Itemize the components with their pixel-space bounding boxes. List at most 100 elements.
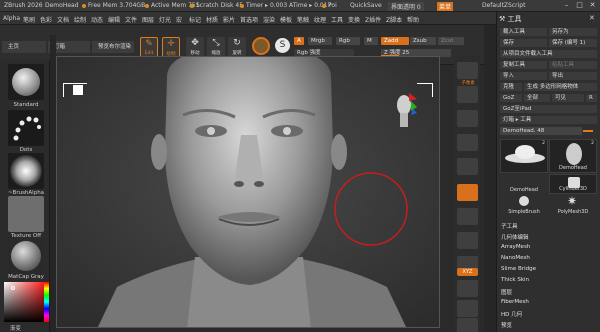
- menu-edit[interactable]: 编辑: [108, 15, 120, 24]
- load-from-project-button[interactable]: 从项目文件载入工具: [500, 50, 597, 58]
- menu-draw[interactable]: 绘制: [74, 15, 86, 24]
- goz-ipad-button[interactable]: GoZ至iPad: [500, 105, 597, 113]
- menu-render[interactable]: 渲染: [263, 15, 275, 24]
- copy-tool-button[interactable]: 复制工具: [500, 61, 547, 69]
- menu-transform[interactable]: 变换: [348, 15, 360, 24]
- xyz-toggle[interactable]: XYZ: [457, 268, 478, 276]
- menu-stroke[interactable]: 笔触: [297, 15, 309, 24]
- menu-movie[interactable]: 影片: [223, 15, 235, 24]
- standard-brush-thumb[interactable]: [8, 64, 44, 100]
- a-toggle[interactable]: A: [294, 37, 304, 45]
- menu-color[interactable]: 色彩: [40, 15, 52, 24]
- menu-help[interactable]: 帮助: [407, 15, 419, 24]
- maximize-icon[interactable]: □: [575, 1, 584, 10]
- navigation-gizmo[interactable]: [395, 93, 417, 131]
- subpalette-subtool[interactable]: 子工具: [501, 222, 518, 230]
- floor-icon[interactable]: [457, 208, 478, 225]
- bpr-button[interactable]: 预览布尔渲染: [92, 41, 134, 53]
- stroke-thumb[interactable]: [8, 110, 44, 146]
- color-picker[interactable]: [4, 282, 44, 322]
- menu-tool[interactable]: 工具: [331, 15, 343, 24]
- goz-button[interactable]: GoZ: [500, 94, 522, 102]
- menu-stencil[interactable]: 模板: [280, 15, 292, 24]
- subpalette-layers[interactable]: 图层: [501, 288, 512, 296]
- move-view-icon[interactable]: [457, 300, 478, 317]
- script-name[interactable]: DefaultZScript: [482, 2, 525, 9]
- palette-close-icon[interactable]: ✕: [589, 14, 595, 22]
- menu-marker[interactable]: 标记: [189, 15, 201, 24]
- subpalette-slime-bridge[interactable]: Slime Bridge: [501, 266, 536, 272]
- clone-button[interactable]: 克隆: [500, 83, 522, 91]
- material-thumb[interactable]: [8, 238, 44, 274]
- menu-zscript[interactable]: Z脚本: [386, 15, 402, 24]
- save-numbered-button[interactable]: 保存 (编号 1): [549, 39, 597, 47]
- menus-button[interactable]: 菜单: [437, 2, 454, 11]
- goz-r-button[interactable]: R: [586, 94, 597, 102]
- menu-layer[interactable]: 图层: [142, 15, 154, 24]
- minimize-icon[interactable]: –: [562, 1, 571, 10]
- viewport-canvas[interactable]: [56, 56, 440, 328]
- actual-icon[interactable]: [457, 134, 478, 151]
- current-tool-slider[interactable]: DemoHead. 48: [500, 127, 582, 135]
- subpalette-fibermesh[interactable]: FiberMesh: [501, 299, 529, 305]
- subpalette-hd-geometry[interactable]: HD 几何: [501, 310, 522, 318]
- frame-icon[interactable]: [457, 280, 478, 297]
- export-button[interactable]: 导出: [549, 72, 597, 80]
- zadd-toggle[interactable]: Zadd: [381, 37, 409, 45]
- menu-dynamics[interactable]: 动态: [91, 15, 103, 24]
- bpr-icon[interactable]: [457, 62, 478, 79]
- tool-thumb-polymesh[interactable]: ✷ PolyMesh3D: [549, 194, 597, 216]
- transparency-slider[interactable]: 界面透明 0: [388, 2, 424, 11]
- lightbox-tools-button[interactable]: 灯箱 ▸ 工具: [500, 116, 597, 124]
- subpalette-nanomesh[interactable]: NanoMesh: [501, 255, 530, 261]
- subpalette-thick-skin[interactable]: Thick Skin: [501, 277, 529, 283]
- subpalette-geometry[interactable]: 几何体编辑: [501, 233, 529, 241]
- home-button[interactable]: 主页: [2, 41, 46, 53]
- menu-zplugin[interactable]: Z插件: [365, 15, 381, 24]
- persp-icon[interactable]: [457, 184, 478, 201]
- alpha-thumb[interactable]: [8, 153, 44, 189]
- hue-strip[interactable]: [44, 282, 49, 322]
- menu-macro[interactable]: 宏: [176, 15, 182, 24]
- menu-alpha[interactable]: Alpha: [3, 15, 20, 22]
- import-button[interactable]: 导入: [500, 72, 547, 80]
- aahalf-icon[interactable]: [457, 158, 478, 175]
- local-icon[interactable]: [457, 232, 478, 249]
- subpalette-arraymesh[interactable]: ArrayMesh: [501, 244, 530, 250]
- tool-thumb-demohead[interactable]: 2: [500, 139, 548, 173]
- sphere-icon: [519, 196, 529, 206]
- rgb-toggle[interactable]: Rgb: [336, 37, 360, 45]
- goz-all-button[interactable]: 全部: [524, 94, 550, 102]
- make-polymesh-button[interactable]: 生成 多边形网格物体: [524, 83, 597, 91]
- menu-document[interactable]: 文档: [57, 15, 69, 24]
- load-tool-button[interactable]: 载入工具: [500, 28, 547, 36]
- rotate-view-icon[interactable]: [457, 318, 478, 332]
- material-swatch[interactable]: [252, 37, 270, 55]
- spotlight-icon[interactable]: S: [275, 38, 290, 53]
- save-as-button[interactable]: 另存为: [549, 28, 597, 36]
- color-picker-cursor[interactable]: [11, 286, 15, 290]
- scroll-icon[interactable]: [457, 86, 478, 103]
- texture-thumb[interactable]: [8, 196, 44, 232]
- close-icon[interactable]: ✕: [588, 1, 597, 10]
- tool-thumb-simplebrush[interactable]: SimpleBrush: [500, 196, 548, 216]
- menu-material[interactable]: 材质: [206, 15, 218, 24]
- tool-thumb-cylinder[interactable]: Cylinder3D: [549, 174, 597, 194]
- mrgb-toggle[interactable]: Mrgb: [308, 37, 332, 45]
- subpalette-preview[interactable]: 预览: [501, 321, 512, 329]
- quicksave-button[interactable]: QuickSave: [350, 2, 382, 9]
- menu-texture[interactable]: 纹理: [314, 15, 326, 24]
- menu-preferences[interactable]: 首选项: [240, 15, 258, 24]
- zoom-icon[interactable]: [457, 110, 478, 127]
- save-button[interactable]: 保存: [500, 39, 547, 47]
- zsub-toggle[interactable]: Zsub: [410, 37, 436, 45]
- menu-light[interactable]: 灯光: [159, 15, 171, 24]
- menu-file[interactable]: 文件: [125, 15, 137, 24]
- tool-thumb-demohead-3[interactable]: DemoHead: [500, 174, 548, 194]
- paste-tool-button[interactable]: 粘贴工具: [549, 61, 597, 69]
- menu-brush[interactable]: 笔刷: [23, 15, 35, 24]
- tool-thumb-demohead-2[interactable]: 2 DemoHead: [549, 139, 597, 173]
- m-toggle[interactable]: M: [364, 37, 378, 45]
- goz-visible-button[interactable]: 可见: [552, 94, 584, 102]
- zcut-toggle[interactable]: Zcut: [438, 37, 464, 45]
